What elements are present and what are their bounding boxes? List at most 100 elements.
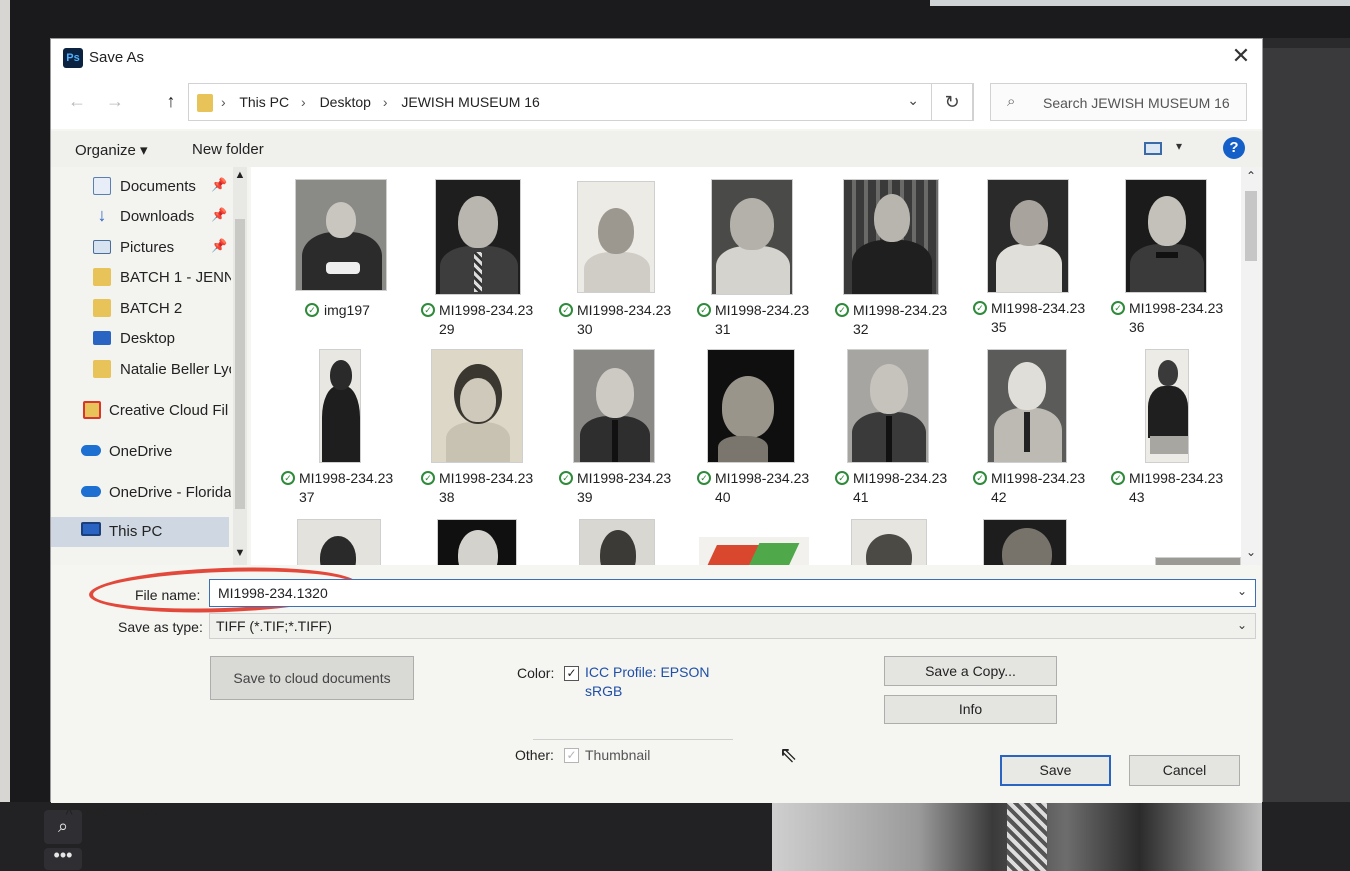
sidebar-item-batch-2[interactable]: BATCH 2 <box>91 295 249 323</box>
color-label: Color: <box>517 665 555 681</box>
close-icon[interactable]: ✕ <box>1228 43 1254 69</box>
thumbnail-detail <box>1150 436 1188 454</box>
sidebar-item-natalie-beller[interactable]: Natalie Beller Lyc <box>91 356 231 384</box>
file-name: MI1998-234.23 <box>439 302 534 318</box>
sidebar-item-label: This PC <box>109 523 163 540</box>
file-name: img197 <box>324 302 370 318</box>
chevron-down-icon[interactable]: ⌄ <box>1237 584 1247 598</box>
pin-icon: 📌 <box>211 238 228 253</box>
thumbnail-image <box>847 349 929 463</box>
sidebar-scrollbar[interactable]: ▲ ▼ <box>233 167 247 565</box>
sidebar-item-label: Desktop <box>120 330 176 347</box>
thumbnail-face <box>458 530 498 565</box>
new-folder-button[interactable]: New folder <box>192 141 264 158</box>
help-icon[interactable]: ? <box>1223 137 1245 159</box>
navigation-pane: Documents 📌 ↓ Downloads 📌 Pictures 📌 BAT… <box>51 167 249 565</box>
sync-status-icon: ✓ <box>697 471 711 485</box>
thumbnail-face <box>600 530 636 565</box>
breadcrumb: › This PC › Desktop › JEWISH MUSEUM 16 <box>221 94 548 110</box>
chevron-down-icon[interactable]: ⌄ <box>907 92 919 109</box>
sync-status-icon: ✓ <box>421 303 435 317</box>
background-wall <box>930 0 1350 6</box>
sidebar-item-pictures[interactable]: Pictures 📌 <box>91 234 249 262</box>
scroll-down-icon[interactable]: ⌄ <box>1241 545 1261 559</box>
file-name-line2: 39 <box>577 489 593 505</box>
sidebar-item-downloads[interactable]: ↓ Downloads 📌 <box>91 203 249 231</box>
monitor-bezel-left <box>0 0 50 871</box>
thumbnail-face <box>866 534 912 565</box>
hide-folders-button[interactable]: ˄ Hide Folders <box>65 803 161 819</box>
thumbnail-face <box>1002 528 1052 565</box>
file-list-scrollbar[interactable]: ⌃ ⌄ <box>1241 167 1261 565</box>
view-dropdown[interactable]: ▾ <box>1176 139 1182 153</box>
file-name-line2: 38 <box>439 489 455 505</box>
sidebar-item-onedrive-florida[interactable]: OneDrive - Florida <box>79 479 231 507</box>
scroll-up-icon[interactable]: ▲ <box>233 169 247 181</box>
icc-profile-checkbox[interactable]: ✓ <box>564 666 579 681</box>
thumbnail-figure <box>322 386 360 462</box>
save-to-cloud-button[interactable]: Save to cloud documents <box>210 656 414 700</box>
breadcrumb-jewish-museum-16[interactable]: JEWISH MUSEUM 16 <box>401 94 539 110</box>
cancel-button[interactable]: Cancel <box>1129 755 1240 786</box>
search-input[interactable]: ⌕ Search JEWISH MUSEUM 16 <box>990 83 1247 121</box>
file-name-line2: 40 <box>715 489 731 505</box>
pictures-icon <box>93 240 111 254</box>
info-button[interactable]: Info <box>884 695 1057 724</box>
scroll-up-icon[interactable]: ⌃ <box>1241 169 1261 183</box>
sync-status-icon: ✓ <box>1111 471 1125 485</box>
file-name-value: MI1998-234.1320 <box>218 585 328 601</box>
thumbnail-image <box>987 179 1069 293</box>
up-button[interactable]: ↑ <box>159 89 183 113</box>
pin-icon: 📌 <box>211 207 228 222</box>
forward-button[interactable]: → <box>103 89 127 113</box>
sidebar-item-batch-1[interactable]: BATCH 1 - JENNY <box>91 264 231 292</box>
refresh-button[interactable]: ↻ <box>931 83 973 121</box>
search-icon: ⌕ <box>1007 93 1016 110</box>
sidebar-item-creative-cloud[interactable]: Creative Cloud Fil <box>81 397 231 425</box>
breadcrumb-desktop[interactable]: Desktop <box>320 94 371 110</box>
sidebar-item-this-pc[interactable]: This PC <box>51 517 229 547</box>
file-name: MI1998-234.23 <box>853 302 948 318</box>
save-as-type-select[interactable]: TIFF (*.TIF;*.TIFF) ⌄ <box>209 613 1256 639</box>
documents-icon <box>93 177 111 195</box>
sync-status-icon: ✓ <box>559 303 573 317</box>
more-icon[interactable]: ••• <box>44 846 82 870</box>
thumbnail-image <box>1155 557 1241 565</box>
thumbnail-image <box>573 349 655 463</box>
sidebar-item-desktop[interactable]: Desktop <box>91 325 249 353</box>
sidebar-item-label: Pictures <box>120 239 175 256</box>
sidebar-item-onedrive[interactable]: OneDrive <box>79 438 249 466</box>
background-photo <box>772 802 1262 871</box>
breadcrumb-this-pc[interactable]: This PC <box>239 94 289 110</box>
file-name-field[interactable]: MI1998-234.1320 ⌄ <box>209 579 1256 607</box>
file-name: MI1998-234.23 <box>991 300 1086 316</box>
chevron-down-icon[interactable]: ⌄ <box>1237 618 1247 632</box>
folder-icon <box>93 360 111 378</box>
thumbnail-image <box>435 179 521 295</box>
file-name: MI1998-234.23 <box>1129 470 1224 486</box>
downloads-icon: ↓ <box>97 205 107 225</box>
monitor-bezel-top <box>0 0 1350 38</box>
save-a-copy-button[interactable]: Save a Copy... <box>884 656 1057 686</box>
thumbnail-image <box>319 349 361 463</box>
file-name: MI1998-234.23 <box>577 470 672 486</box>
address-bar[interactable]: › This PC › Desktop › JEWISH MUSEUM 16 ⌄ <box>188 83 974 121</box>
photoshop-icon: Ps <box>63 48 83 68</box>
scroll-down-icon[interactable]: ▼ <box>233 547 247 559</box>
this-pc-icon <box>81 522 101 536</box>
sidebar-item-documents[interactable]: Documents 📌 <box>91 173 249 201</box>
back-button[interactable]: ← <box>65 89 89 113</box>
thumbnail-face <box>1158 360 1178 386</box>
scrollbar-thumb[interactable] <box>235 219 245 509</box>
background-app-panel <box>1262 38 1350 871</box>
sidebar-item-label: Documents <box>120 178 196 195</box>
view-icon[interactable] <box>1144 142 1162 155</box>
icc-profile-label: ICC Profile: EPSON <box>585 664 710 680</box>
thumbnail-checkbox[interactable]: ✓ <box>564 748 579 763</box>
file-name-line2: 42 <box>991 489 1007 505</box>
organize-button[interactable]: Organize ▾ <box>75 141 148 159</box>
divider <box>533 739 733 740</box>
scrollbar-thumb[interactable] <box>1245 191 1257 261</box>
save-button[interactable]: Save <box>1000 755 1111 786</box>
file-name: MI1998-234.23 <box>577 302 672 318</box>
